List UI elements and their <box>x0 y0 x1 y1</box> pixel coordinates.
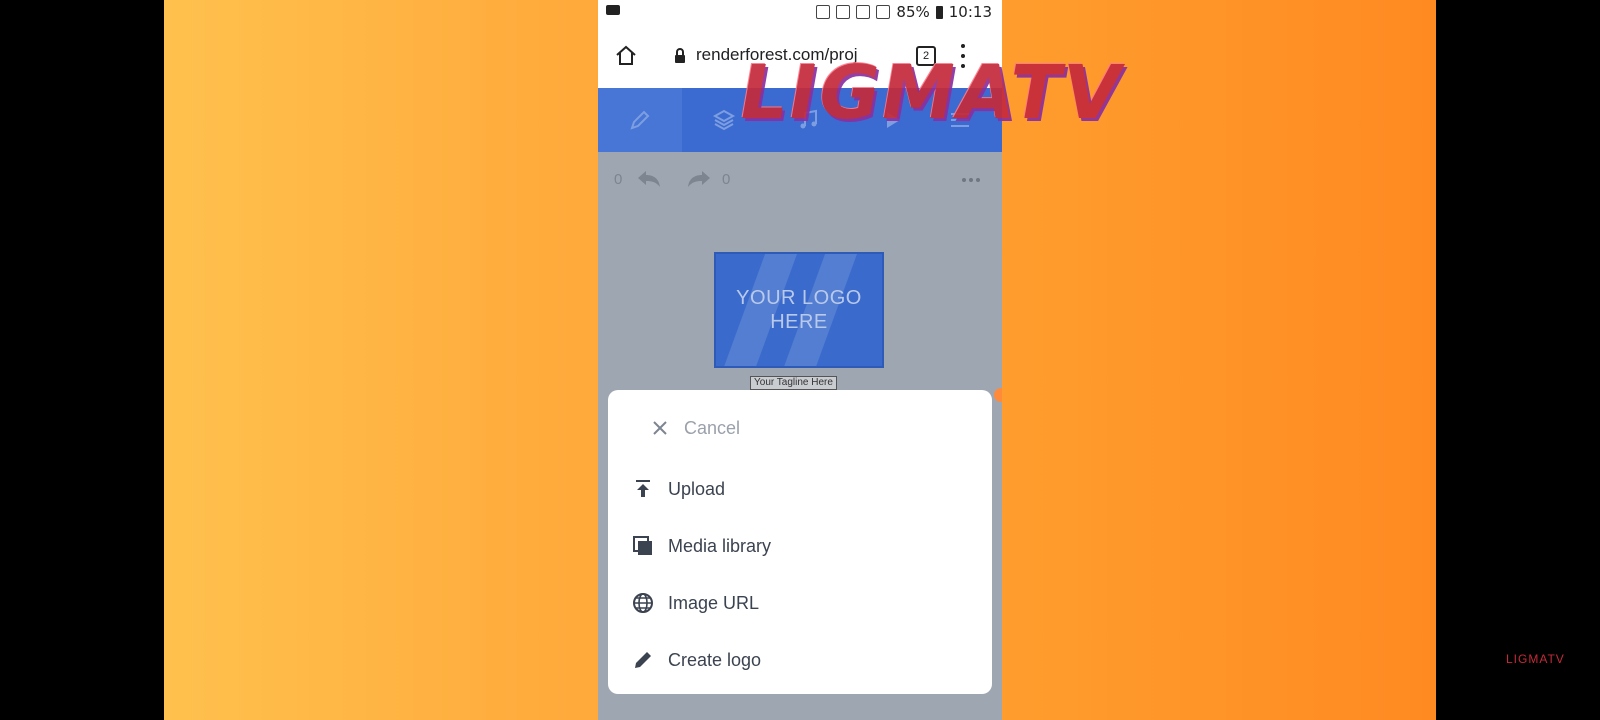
toolbar-edit[interactable] <box>598 88 682 152</box>
logo-line-1: YOUR LOGO <box>736 287 862 309</box>
logo-line-2: HERE <box>770 311 828 333</box>
logo-placeholder-text: YOUR LOGO HERE <box>716 286 882 334</box>
option-create-logo[interactable]: Create logo <box>608 639 992 683</box>
option-upload[interactable]: Upload <box>608 468 992 512</box>
option-label: Create logo <box>668 650 762 670</box>
clock: 10:13 <box>948 3 992 21</box>
option-label: Upload <box>668 479 726 499</box>
layers-icon <box>712 109 736 131</box>
cast-icon <box>816 5 831 19</box>
pencil-icon <box>630 110 650 130</box>
cancel-button[interactable]: Cancel <box>608 412 992 444</box>
video-record-icon <box>606 5 620 15</box>
tagline-text[interactable]: Your Tagline Here <box>750 376 837 390</box>
home-icon[interactable] <box>614 44 638 68</box>
redo-count: 0 <box>722 171 731 188</box>
lock-icon <box>675 48 685 63</box>
upload-icon <box>636 480 650 497</box>
mute-icon <box>836 5 851 19</box>
option-label: Media library <box>668 536 772 556</box>
edit-bar: 0 0 <box>598 152 1002 210</box>
globe-icon <box>633 593 653 613</box>
watermark-small: LIGMATV <box>1506 652 1565 666</box>
cancel-label: Cancel <box>684 418 741 438</box>
pencil-icon <box>635 652 651 668</box>
option-media-library[interactable]: Media library <box>608 525 992 569</box>
option-label: Image URL <box>668 593 760 613</box>
logo-placeholder[interactable]: YOUR LOGO HERE <box>714 252 884 368</box>
battery-percent: 85% <box>896 3 930 21</box>
more-options-icon[interactable] <box>962 178 980 182</box>
close-icon <box>653 421 667 435</box>
wifi-icon <box>856 5 871 19</box>
redo-icon[interactable] <box>686 168 714 190</box>
undo-icon[interactable] <box>634 168 662 190</box>
watermark-logo: LIGMATV <box>732 50 1130 136</box>
signal-icon <box>876 5 891 19</box>
option-image-url[interactable]: Image URL <box>608 582 992 626</box>
undo-count: 0 <box>614 171 623 188</box>
orange-dot <box>994 388 1002 402</box>
upload-options-sheet: Cancel Upload Media library Image URL Cr… <box>608 390 992 694</box>
battery-icon <box>935 5 943 19</box>
media-library-icon <box>633 536 652 555</box>
status-indicators: 85% 10:13 <box>816 3 992 21</box>
status-bar: 85% 10:13 <box>598 0 1002 24</box>
